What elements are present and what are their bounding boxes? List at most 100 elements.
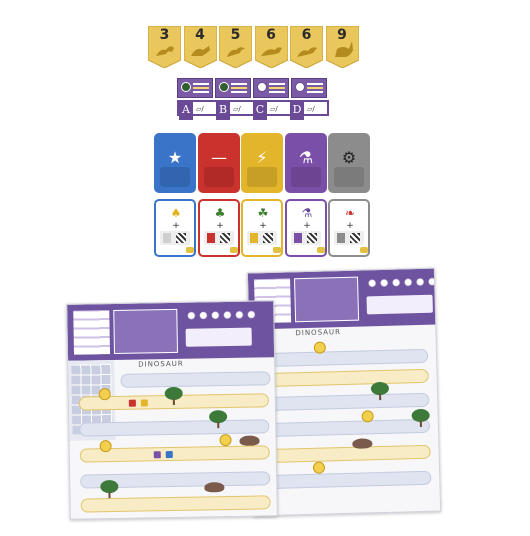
dot-track (185, 309, 256, 321)
action-card-yellow[interactable]: ⚡ (241, 133, 283, 193)
progress-track-gold (260, 368, 429, 388)
plus-sign: + (216, 221, 224, 231)
tree-icon (411, 408, 430, 428)
flask-icon: ⚗ (298, 148, 314, 167)
objective-tile-b (215, 78, 251, 98)
action-card-purple[interactable]: ⚗ (285, 133, 327, 193)
progress-track (263, 470, 432, 490)
score-banners: 3 4 5 6 6 9 (148, 26, 359, 68)
progress-track-gold (262, 444, 431, 464)
lightning-icon: ⚡ (256, 148, 268, 167)
trophy-icon: ♠ (170, 206, 182, 220)
player-board-front: DINOSAUR (66, 300, 278, 520)
progress-track (259, 348, 429, 368)
scoring-card-yellow[interactable]: ☘ + (241, 199, 283, 257)
board-title: DINOSAUR (295, 328, 342, 338)
objective-tile-a (177, 78, 213, 98)
fern-icon: ☘ (257, 206, 269, 220)
action-card-gray[interactable]: ⚙ (328, 133, 370, 193)
banner-number: 9 (337, 27, 347, 43)
resource-box (334, 231, 364, 245)
scoring-card-purple[interactable]: ⚗ + (285, 199, 327, 257)
pencil-icon (273, 247, 281, 253)
banner-number: 5 (230, 27, 241, 43)
action-card-blue[interactable]: ★ (154, 133, 196, 193)
minus-icon: — (211, 148, 227, 167)
slash-icon: ▱/ (307, 105, 315, 113)
gear-icon (295, 82, 305, 92)
blue-chip (165, 450, 173, 459)
resource-box (204, 231, 234, 245)
objective-ribbon: A ▱/ B ▱/ C ▱/ D ▱/ (177, 76, 329, 120)
slash-icon: ▱/ (196, 105, 204, 113)
scoring-card-gray[interactable]: ❧ + (328, 199, 370, 257)
tree-icon (209, 410, 228, 429)
dot-track (366, 276, 437, 289)
progress-track (79, 419, 270, 437)
progress-track (261, 418, 431, 438)
score-banner-6: 9 (325, 26, 359, 68)
banner-number: 4 (195, 27, 205, 43)
board-header (247, 268, 438, 330)
plus-sign: + (346, 221, 354, 231)
objective-letter-a: A (179, 102, 193, 120)
meeple-icon: ★ (167, 148, 183, 167)
footprint-icon (257, 82, 267, 92)
gear-icon: ⚙ (341, 148, 357, 167)
board-title: DINOSAUR (138, 359, 184, 369)
pencil-icon (317, 247, 325, 253)
board-header (67, 301, 277, 361)
resource-box (291, 231, 321, 245)
scoring-card-red[interactable]: ♣ + (198, 199, 240, 257)
park-map-window (294, 276, 360, 323)
score-banner-1: 3 (148, 26, 181, 68)
tree-icon (164, 386, 183, 405)
nest-icon (219, 82, 229, 92)
score-banner-2: 4 (183, 26, 217, 68)
house-icon (181, 82, 191, 92)
park-map-window (113, 308, 179, 355)
paw-icon: ♣ (214, 206, 226, 220)
action-card-red[interactable]: — (198, 133, 240, 193)
flask-icon: ⚗ (301, 206, 313, 220)
score-banner-3: 5 (219, 26, 252, 68)
feather-icon: ❧ (344, 206, 356, 220)
bonus-track (366, 294, 433, 315)
yellow-chip (140, 399, 148, 407)
score-banner-5: 6 (290, 26, 323, 68)
resource-box (160, 231, 190, 245)
coin-icon (312, 461, 326, 474)
tree-icon (370, 381, 390, 401)
record-cells (73, 310, 111, 355)
resource-box (247, 231, 277, 245)
purple-chip (153, 451, 161, 459)
plus-sign: + (172, 221, 180, 231)
coin-icon (219, 433, 232, 447)
banner-number: 6 (301, 27, 312, 43)
rock-icon (352, 438, 373, 449)
rock-icon (204, 482, 225, 493)
banner-number: 6 (266, 27, 276, 43)
slash-icon: ▱/ (270, 105, 278, 113)
tree-icon (100, 479, 119, 499)
rock-icon (239, 435, 260, 446)
scoring-card-blue[interactable]: ♠ + (154, 199, 196, 257)
plus-sign: + (303, 221, 311, 231)
score-banner-4: 6 (254, 26, 288, 68)
pencil-icon (360, 247, 368, 253)
slash-icon: ▱/ (233, 105, 241, 113)
objective-letter-b: B (216, 102, 230, 120)
bonus-track (185, 327, 252, 347)
objective-letter-c: C (253, 102, 267, 120)
red-chip (128, 399, 136, 407)
progress-track (120, 371, 271, 388)
objective-letter-d: D (290, 102, 304, 120)
banner-number: 3 (159, 27, 170, 43)
objective-tile-c (253, 78, 289, 98)
objective-tile-d (291, 78, 327, 98)
pencil-icon (186, 247, 194, 253)
pencil-icon (230, 247, 238, 253)
objective-letter-row: A ▱/ B ▱/ C ▱/ D ▱/ (177, 100, 329, 120)
plus-sign: + (259, 221, 267, 231)
progress-track (261, 392, 430, 412)
